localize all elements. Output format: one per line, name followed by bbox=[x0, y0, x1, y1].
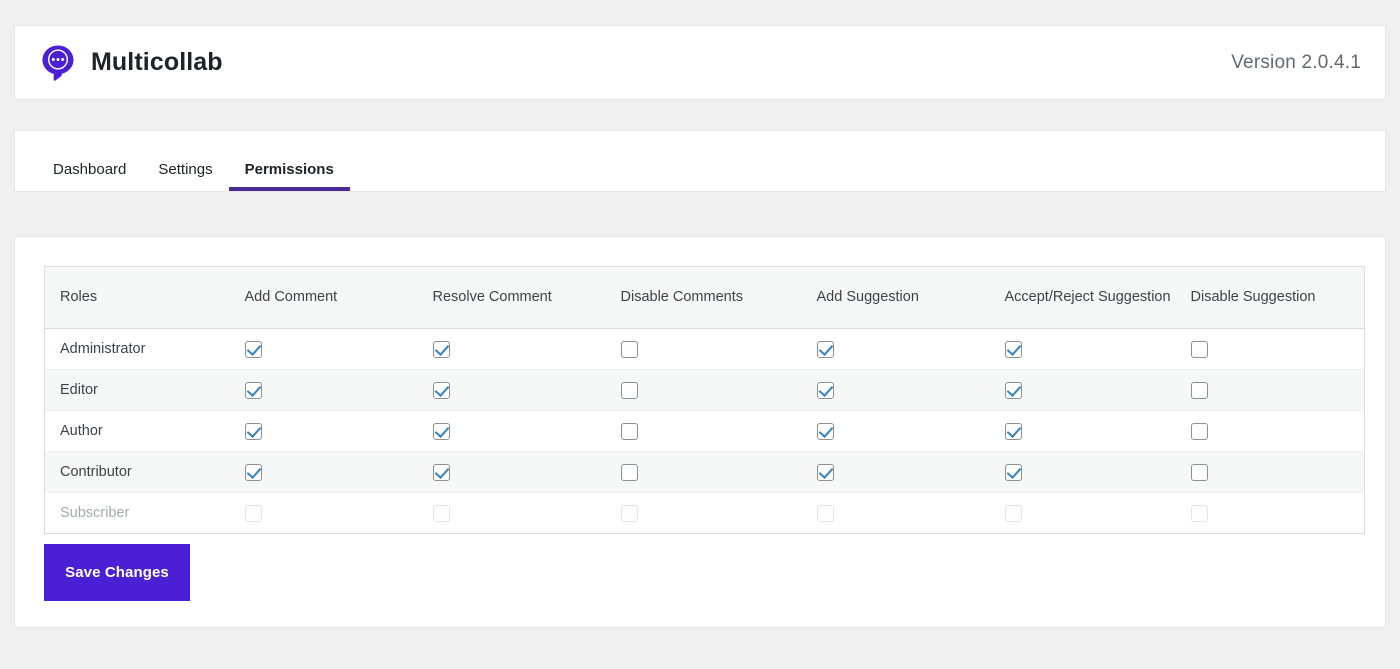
permission-checkbox[interactable] bbox=[1004, 340, 1022, 358]
tab-bar: Dashboard Settings Permissions bbox=[14, 130, 1386, 192]
column-header-add-comment: Add Comment bbox=[244, 266, 433, 329]
permission-cell bbox=[432, 493, 621, 534]
permission-checkbox[interactable] bbox=[816, 340, 834, 358]
table-row: Subscriber bbox=[45, 493, 1365, 534]
permission-checkbox[interactable] bbox=[432, 340, 450, 358]
permission-cell bbox=[816, 410, 1005, 452]
permission-checkbox[interactable] bbox=[816, 463, 834, 481]
tab-dashboard[interactable]: Dashboard bbox=[37, 162, 142, 191]
permission-checkbox bbox=[432, 504, 450, 522]
permission-checkbox[interactable] bbox=[1004, 422, 1022, 440]
permission-checkbox[interactable] bbox=[432, 422, 450, 440]
tab-permissions[interactable]: Permissions bbox=[228, 162, 351, 191]
role-name-cell: Subscriber bbox=[60, 505, 130, 521]
column-header-accept-reject-suggestion: Accept/Reject Suggestion bbox=[1004, 266, 1191, 329]
permission-cell bbox=[1004, 451, 1191, 493]
permission-checkbox[interactable] bbox=[244, 340, 262, 358]
permission-cell bbox=[816, 328, 1005, 370]
permission-cell bbox=[620, 369, 817, 411]
permission-checkbox[interactable] bbox=[1190, 381, 1208, 399]
permission-checkbox[interactable] bbox=[816, 381, 834, 399]
brand-name: Multicollab bbox=[91, 48, 223, 76]
table-header: Roles Add Comment Resolve Comment Disabl… bbox=[44, 266, 1365, 329]
permission-checkbox[interactable] bbox=[244, 463, 262, 481]
tab-settings[interactable]: Settings bbox=[142, 162, 228, 191]
permission-checkbox[interactable] bbox=[1190, 422, 1208, 440]
permission-cell bbox=[816, 451, 1005, 493]
table-row: Administrator bbox=[44, 328, 1365, 370]
permission-checkbox[interactable] bbox=[620, 381, 638, 399]
permission-cell bbox=[432, 369, 621, 411]
table-row: Author bbox=[44, 410, 1365, 452]
table-row: Editor bbox=[44, 369, 1365, 411]
permission-checkbox[interactable] bbox=[1190, 463, 1208, 481]
permission-cell bbox=[244, 369, 433, 411]
permission-cell bbox=[1190, 493, 1365, 534]
permission-cell bbox=[244, 493, 433, 534]
permission-checkbox[interactable] bbox=[620, 340, 638, 358]
permission-checkbox[interactable] bbox=[432, 381, 450, 399]
permission-cell bbox=[1004, 369, 1191, 411]
save-changes-button[interactable]: Save Changes bbox=[44, 544, 190, 601]
permission-checkbox bbox=[620, 504, 638, 522]
permission-cell bbox=[816, 493, 1005, 534]
permission-checkbox[interactable] bbox=[620, 463, 638, 481]
permission-checkbox bbox=[1004, 504, 1022, 522]
table-row: Contributor bbox=[44, 451, 1365, 493]
permission-checkbox[interactable] bbox=[244, 422, 262, 440]
permissions-panel: Roles Add Comment Resolve Comment Disabl… bbox=[14, 236, 1386, 628]
permission-cell bbox=[1004, 493, 1191, 534]
permission-checkbox[interactable] bbox=[1004, 381, 1022, 399]
permission-checkbox bbox=[816, 504, 834, 522]
permission-cell bbox=[432, 328, 621, 370]
role-name-cell: Editor bbox=[44, 369, 245, 411]
permission-checkbox[interactable] bbox=[1004, 463, 1022, 481]
permission-checkbox[interactable] bbox=[620, 422, 638, 440]
permission-cell bbox=[1190, 328, 1365, 370]
permission-checkbox[interactable] bbox=[816, 422, 834, 440]
permission-cell bbox=[1004, 410, 1191, 452]
version-label: Version 2.0.4.1 bbox=[1231, 51, 1361, 73]
permission-checkbox bbox=[244, 504, 262, 522]
column-header-disable-comments: Disable Comments bbox=[620, 266, 817, 329]
column-header-disable-suggestion: Disable Suggestion bbox=[1190, 266, 1365, 329]
role-name-cell: Administrator bbox=[44, 328, 245, 370]
permission-cell bbox=[620, 493, 817, 534]
permission-cell bbox=[1190, 410, 1365, 452]
permission-cell bbox=[620, 328, 817, 370]
permission-cell bbox=[816, 369, 1005, 411]
permission-checkbox[interactable] bbox=[244, 381, 262, 399]
permission-cell bbox=[432, 451, 621, 493]
chat-bubble-pin-icon bbox=[41, 44, 75, 82]
permission-cell bbox=[1190, 451, 1365, 493]
admin-page: Multicollab Version 2.0.4.1 Dashboard Se… bbox=[0, 0, 1400, 669]
permission-cell bbox=[620, 451, 817, 493]
permission-cell bbox=[244, 328, 433, 370]
permission-checkbox[interactable] bbox=[1190, 340, 1208, 358]
page-header: Multicollab Version 2.0.4.1 bbox=[14, 25, 1386, 100]
permission-checkbox bbox=[1190, 504, 1208, 522]
permission-cell bbox=[1004, 328, 1191, 370]
permission-cell bbox=[244, 410, 433, 452]
column-header-roles: Roles bbox=[44, 266, 245, 329]
column-header-resolve-comment: Resolve Comment bbox=[432, 266, 621, 329]
table-body: Administrator Editor Author Contributor Subs… bbox=[44, 328, 1365, 534]
permission-cell bbox=[432, 410, 621, 452]
permission-cell bbox=[244, 451, 433, 493]
permission-cell bbox=[1190, 369, 1365, 411]
brand: Multicollab bbox=[41, 44, 223, 82]
permission-cell bbox=[620, 410, 817, 452]
column-header-add-suggestion: Add Suggestion bbox=[816, 266, 1005, 329]
table-header-row: Roles Add Comment Resolve Comment Disabl… bbox=[44, 266, 1365, 329]
role-name-cell: Contributor bbox=[44, 451, 245, 493]
permission-checkbox[interactable] bbox=[432, 463, 450, 481]
role-name-cell: Author bbox=[44, 410, 245, 452]
permissions-table: Roles Add Comment Resolve Comment Disabl… bbox=[44, 266, 1365, 534]
